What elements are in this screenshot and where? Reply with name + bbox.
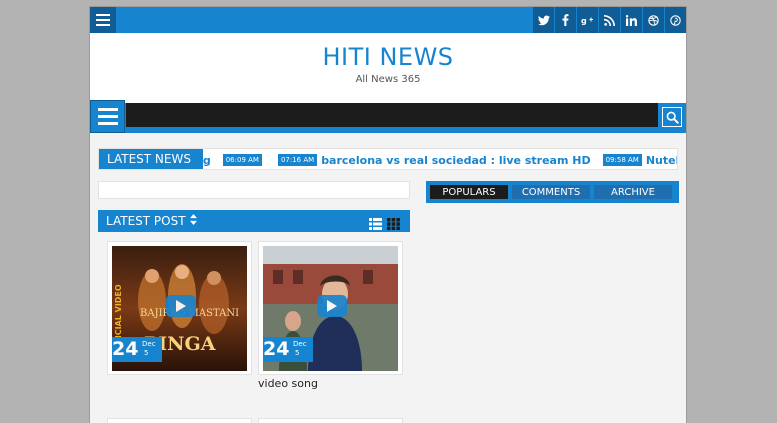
ticker-item-time: 07:16 AM (277, 154, 318, 166)
post-card[interactable] (107, 418, 252, 423)
search-button[interactable] (662, 107, 682, 127)
ticker-label: LATEST NEWS (99, 149, 203, 169)
top-bar: g (90, 7, 686, 33)
site-title[interactable]: HITI NEWS (90, 43, 686, 71)
main-navbar (90, 100, 686, 133)
linkedin-icon[interactable] (620, 7, 642, 33)
ticker-track: ng 06:09 AM 07:16 AM barcelona vs real s… (195, 149, 677, 169)
date-month: Dec (293, 340, 307, 348)
ticker-item[interactable]: 07:16 AM barcelona vs real sociedad : li… (277, 153, 591, 167)
date-day: 24 (112, 338, 139, 360)
latest-post-title: LATEST POST (106, 214, 186, 228)
dribbble-icon[interactable] (642, 7, 664, 33)
date-day: 24 (263, 338, 290, 360)
ticker-item-text: barcelona vs real sociedad : live stream… (321, 153, 591, 167)
list-view-icon[interactable] (369, 215, 382, 230)
tab-archive[interactable]: ARCHIVE (594, 185, 672, 199)
page: g HITI NEWS All News 365 LATEST NEWS 06:… (89, 6, 687, 423)
nav-menu-bar (126, 103, 658, 130)
grid-view-icon[interactable] (387, 215, 400, 231)
hamburger-line (96, 24, 110, 26)
play-icon[interactable] (166, 295, 196, 317)
ticker-item-time: 09:58 AM (602, 154, 642, 166)
site-header: HITI NEWS All News 365 (90, 33, 686, 103)
twitter-icon[interactable] (532, 7, 554, 33)
pinterest-icon[interactable] (664, 7, 686, 33)
post-card[interactable] (258, 418, 403, 423)
tab-comments[interactable]: COMMENTS (512, 185, 590, 199)
widget-tabs: POPULARS COMMENTS ARCHIVE (426, 181, 679, 203)
sort-icon[interactable] (190, 214, 197, 228)
post-thumbnail[interactable]: BAJIRAO MASTANI PINGA OFFICIAL VIDEO 24 … (112, 246, 247, 371)
date-year: 5 (295, 349, 300, 357)
google-plus-icon[interactable]: g (576, 7, 598, 33)
news-ticker: LATEST NEWS ng 06:09 AM 07:16 AM barcelo… (98, 148, 678, 170)
site-tagline: All News 365 (355, 74, 421, 85)
ticker-item[interactable]: 06:09 AM (222, 154, 266, 166)
ad-placeholder (98, 181, 410, 199)
date-badge: 24 Dec 5 (263, 337, 313, 362)
rss-icon[interactable] (598, 7, 620, 33)
nav-menu-button[interactable] (90, 100, 125, 133)
ticker-item-time: 06:09 AM (222, 154, 262, 166)
date-year: 5 (144, 349, 149, 357)
post-card[interactable]: BAJIRAO MASTANI PINGA OFFICIAL VIDEO 24 … (107, 241, 252, 375)
hamburger-line (96, 19, 110, 21)
svg-text:g: g (581, 16, 587, 25)
ticker-item[interactable]: 09:58 AM Nutella refus (602, 153, 677, 167)
post-card[interactable]: 24 Dec 5 (258, 241, 403, 375)
facebook-icon[interactable] (554, 7, 576, 33)
play-icon[interactable] (317, 295, 347, 317)
latest-post-header: LATEST POST (98, 210, 410, 232)
date-month: Dec (142, 340, 156, 348)
hamburger-line (97, 115, 118, 118)
search-icon (666, 111, 679, 124)
hamburger-icon (96, 14, 110, 16)
post-thumbnail[interactable]: 24 Dec 5 (263, 246, 398, 371)
hamburger-line (97, 122, 118, 125)
top-menu-button[interactable] (90, 7, 116, 33)
ticker-item-text: Nutella refus (645, 153, 677, 167)
hamburger-icon (97, 108, 118, 111)
date-badge: 24 Dec 5 (112, 337, 162, 362)
tab-populars[interactable]: POPULARS (430, 185, 508, 199)
post-title[interactable]: video song (258, 377, 318, 390)
social-links: g (532, 7, 686, 33)
